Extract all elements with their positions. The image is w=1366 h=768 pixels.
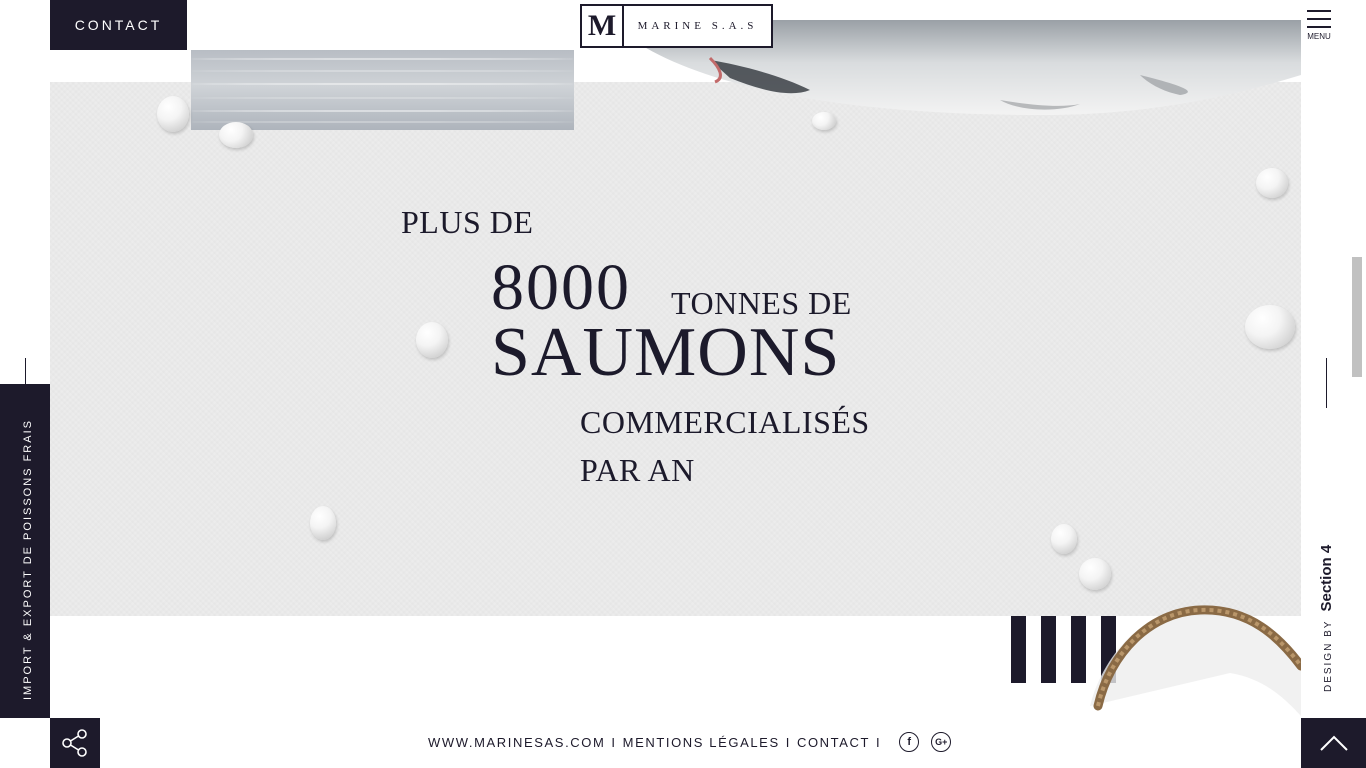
water-photo: [191, 50, 574, 130]
design-by-label: DESIGN BY: [1323, 619, 1334, 692]
scrollbar-thumb[interactable]: [1352, 257, 1362, 377]
google-plus-icon[interactable]: G+: [931, 732, 952, 752]
design-credit[interactable]: DESIGN BY Section 4: [1318, 545, 1335, 692]
footer-separator: I: [785, 734, 791, 750]
water-drop: [1256, 168, 1288, 198]
logo-mark: M: [582, 6, 624, 46]
headline-line1: PLUS DE: [401, 204, 534, 240]
footer-legal-link[interactable]: MENTIONS LÉGALES: [623, 735, 780, 750]
headline-line5: PAR AN: [580, 452, 695, 488]
footer-separator: I: [611, 734, 617, 750]
headline-product: SAUMONS: [491, 314, 841, 391]
menu-label: MENU: [1307, 32, 1331, 41]
water-drop: [157, 96, 189, 132]
logo-text: MARINE S.A.S: [637, 20, 758, 32]
water-drop: [1079, 558, 1111, 590]
hamburger-icon: [1307, 10, 1331, 12]
water-drop: [416, 322, 448, 358]
footer-site-link[interactable]: WWW.MARINESAS.COM: [428, 735, 605, 750]
scroll-top-button[interactable]: [1301, 718, 1366, 768]
contact-button[interactable]: CONTACT: [50, 0, 187, 50]
footer-contact-link[interactable]: CONTACT: [797, 735, 870, 750]
share-icon: [62, 729, 87, 757]
footer-separator: I: [876, 734, 882, 750]
water-drop: [1245, 305, 1295, 349]
water-drop: [310, 506, 336, 540]
sidebar-tagline: IMPORT & EXPORT DE POISSONS FRAIS: [22, 419, 34, 700]
hamburger-icon-bar: [1307, 26, 1331, 28]
chevron-up-icon: [1319, 735, 1348, 751]
share-button[interactable]: [50, 718, 100, 768]
water-drop: [812, 112, 836, 130]
divider-line: [25, 358, 26, 384]
footer-links: WWW.MARINESAS.COM I MENTIONS LÉGALES I C…: [428, 732, 952, 752]
headline-number: 8000: [491, 251, 631, 324]
facebook-icon[interactable]: f: [899, 732, 920, 752]
logo[interactable]: M MARINE S.A.S: [580, 4, 773, 48]
hamburger-icon-bar: [1307, 18, 1331, 20]
rope-image: [1090, 605, 1301, 716]
water-drop: [1051, 524, 1077, 554]
headline-line4: COMMERCIALISÉS: [580, 404, 870, 440]
water-drop: [219, 122, 253, 148]
divider-line: [1326, 358, 1327, 408]
menu-button[interactable]: MENU: [1304, 10, 1334, 46]
studio-name: Section 4: [1318, 544, 1335, 612]
